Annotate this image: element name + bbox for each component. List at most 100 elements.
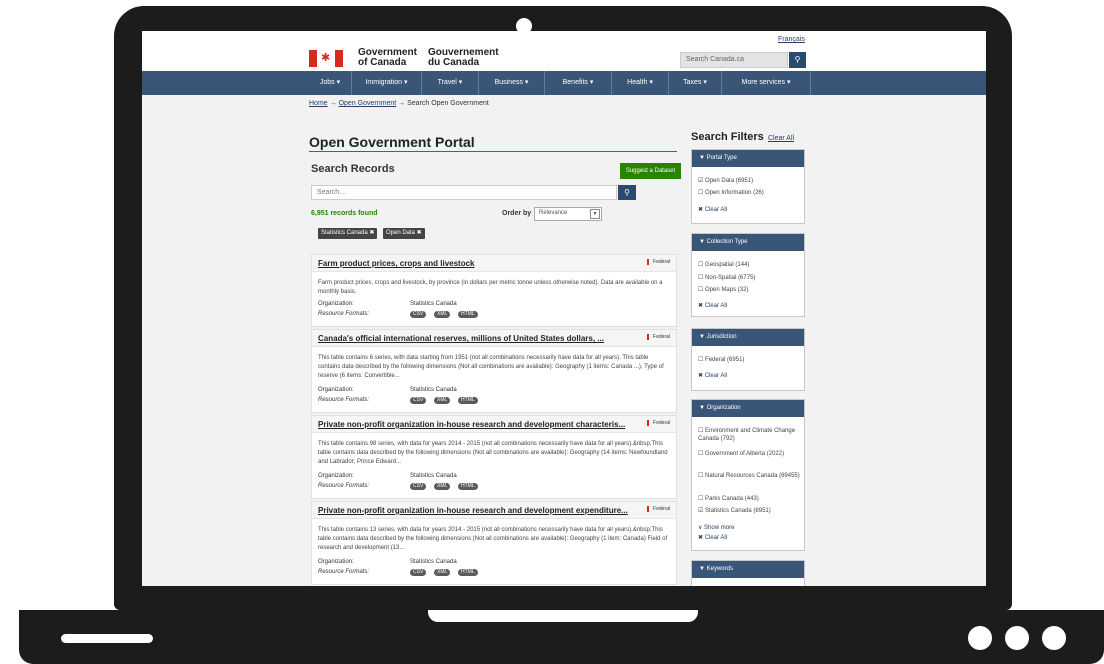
organization-label: Organization:	[318, 301, 354, 307]
title-divider	[309, 151, 677, 152]
record-card: Farm product prices, crops and livestock…	[311, 254, 677, 327]
organization-value: Statistics Canada	[410, 559, 457, 565]
filter-panel-organization: ▼ Organization ☐ Environment and Climate…	[691, 399, 805, 551]
filter-panel-jurisdiction: ▼ Jurisdiction ☐ Federal (6951) ✖ Clear …	[691, 328, 805, 391]
nav-item-business[interactable]: Business ▾	[479, 71, 545, 95]
results-count: 6,951 records found	[311, 210, 378, 217]
clear-panel-link[interactable]: ✖ Clear All	[698, 206, 727, 213]
nav-item-taxes[interactable]: Taxes ▾	[669, 71, 722, 95]
filter-panel-heading: ▼ Portal Type	[692, 150, 804, 167]
nav-item-benefits[interactable]: Benefits ▾	[545, 71, 612, 95]
site-header	[142, 31, 986, 71]
section-heading: Search Records	[311, 163, 395, 175]
language-toggle-link[interactable]: Français	[778, 36, 805, 43]
filter-checkbox[interactable]: ☐ Parks Canada (443)	[698, 495, 802, 503]
record-card: Canada's official international reserves…	[311, 329, 677, 413]
resource-formats-label: Resource Formats:	[318, 569, 370, 575]
active-filter-chip[interactable]: Open Data ✖	[383, 228, 425, 239]
format-badge[interactable]: HTML	[458, 483, 478, 490]
format-badge[interactable]: XML	[434, 483, 451, 490]
record-description: Farm product prices, crops and livestock…	[318, 280, 663, 295]
organization-label: Organization:	[318, 473, 354, 479]
site-search-input[interactable]: Search Canada.ca	[680, 52, 788, 68]
record-description: This table contains 98 series, with data…	[318, 441, 668, 465]
filter-checkbox[interactable]: ☐ Government of Alberta (2022)	[698, 450, 802, 458]
format-badge[interactable]: XML	[434, 569, 451, 576]
nav-item-jobs[interactable]: Jobs ▾	[309, 71, 352, 95]
record-card: Private non-profit organization in-house…	[311, 415, 677, 499]
nav-item-travel[interactable]: Travel ▾	[422, 71, 479, 95]
laptop-slot	[61, 634, 153, 643]
clear-panel-link[interactable]: ✖ Clear All	[698, 302, 727, 309]
format-badge[interactable]: XML	[434, 311, 451, 318]
nav-item-more-services[interactable]: More services ▾	[722, 71, 811, 95]
organization-label: Organization:	[318, 559, 354, 565]
jurisdiction-badge: Federal	[647, 420, 670, 426]
breadcrumb-open-government[interactable]: Open Government	[339, 100, 397, 107]
format-badge[interactable]: HTML	[458, 569, 478, 576]
browser-screen: Français ✱ Government of Canada Gouvernem…	[142, 31, 986, 586]
show-more-link[interactable]: ∨ Show more	[698, 524, 734, 531]
dot-icon	[968, 626, 992, 650]
filter-panel-keywords: ▼ Keywords	[691, 560, 805, 586]
active-filter-chip[interactable]: Statistics Canada ✖	[318, 228, 378, 239]
search-icon: ⚲	[794, 55, 801, 64]
order-by-value: Relevance	[539, 210, 568, 216]
dot-icon	[1005, 626, 1029, 650]
page-title: Open Government Portal	[309, 134, 475, 150]
filter-checkbox[interactable]: ☐ Open Information (26)	[698, 189, 802, 197]
filter-panel-collection-type: ▼ Collection Type ☐ Geospatial (144) ☐ N…	[691, 233, 805, 317]
nav-item-immigration[interactable]: Immigration ▾	[352, 71, 422, 95]
laptop-notch	[428, 610, 698, 622]
dot-icon	[1042, 626, 1066, 650]
clear-panel-link[interactable]: ✖ Clear All	[698, 534, 727, 541]
site-signature-en: Government of Canada	[358, 47, 417, 68]
clear-panel-link[interactable]: ✖ Clear All	[698, 372, 727, 379]
filter-checkbox[interactable]: ☐ Federal (6951)	[698, 356, 802, 364]
resource-formats-label: Resource Formats:	[318, 483, 370, 489]
suggest-dataset-button[interactable]: Suggest a Dataset	[620, 163, 681, 179]
format-badge[interactable]: CSV	[410, 397, 427, 404]
record-description: This table contains 13 series, with data…	[318, 527, 668, 551]
filter-panel-heading: ▼ Keywords	[692, 561, 804, 578]
filter-checkbox[interactable]: ☐ Open Maps (32)	[698, 286, 802, 294]
jurisdiction-badge: Federal	[647, 506, 670, 512]
organization-value: Statistics Canada	[410, 473, 457, 479]
format-badge[interactable]: CSV	[410, 483, 427, 490]
order-by-select[interactable]: Relevance ▾	[534, 207, 602, 221]
organization-value: Statistics Canada	[410, 387, 457, 393]
format-badge[interactable]: CSV	[410, 311, 427, 318]
clear-all-filters-link[interactable]: Clear All	[768, 135, 794, 142]
records-search-input[interactable]: Search...	[311, 185, 617, 200]
breadcrumb-separator: →	[398, 100, 406, 107]
jurisdiction-badge: Federal	[647, 334, 670, 340]
filter-panel-heading: ▼ Jurisdiction	[692, 329, 804, 346]
site-search-button[interactable]: ⚲	[789, 52, 806, 68]
record-title-link[interactable]: Farm product prices, crops and livestock	[318, 259, 475, 268]
record-title-link[interactable]: Private non-profit organization in-house…	[318, 506, 628, 515]
records-search-button[interactable]: ⚲	[618, 185, 636, 200]
filter-checkbox[interactable]: ☐ Non-Spatial (6775)	[698, 274, 802, 282]
filter-checkbox[interactable]: ☐ Environment and Climate Change Canada …	[698, 427, 802, 443]
filters-title: Search Filters	[691, 131, 764, 143]
format-badge[interactable]: HTML	[458, 311, 478, 318]
filter-checkbox[interactable]: ☑ Open Data (6951)	[698, 177, 802, 185]
record-title-link[interactable]: Private non-profit organization in-house…	[318, 420, 625, 429]
chevron-down-icon: ▾	[590, 209, 600, 219]
format-badge[interactable]: XML	[434, 397, 451, 404]
format-badge[interactable]: CSV	[410, 569, 427, 576]
filter-checkbox[interactable]: ☑ Statistics Canada (6951)	[698, 507, 802, 515]
resource-formats-label: Resource Formats:	[318, 311, 370, 317]
format-badge[interactable]: HTML	[458, 397, 478, 404]
filter-checkbox[interactable]: ☐ Geospatial (144)	[698, 261, 802, 269]
resource-formats-label: Resource Formats:	[318, 397, 370, 403]
order-by-label: Order by	[502, 210, 532, 217]
record-title-link[interactable]: Canada's official international reserves…	[318, 334, 604, 343]
laptop-base	[19, 610, 1104, 664]
filter-panel-heading: ▼ Organization	[692, 400, 804, 417]
nav-item-health[interactable]: Health ▾	[612, 71, 669, 95]
organization-value: Statistics Canada	[410, 301, 457, 307]
breadcrumb-home[interactable]: Home	[309, 100, 328, 107]
breadcrumb-separator: →	[329, 100, 337, 107]
filter-checkbox[interactable]: ☐ Natural Resources Canada (69455)	[698, 472, 802, 480]
